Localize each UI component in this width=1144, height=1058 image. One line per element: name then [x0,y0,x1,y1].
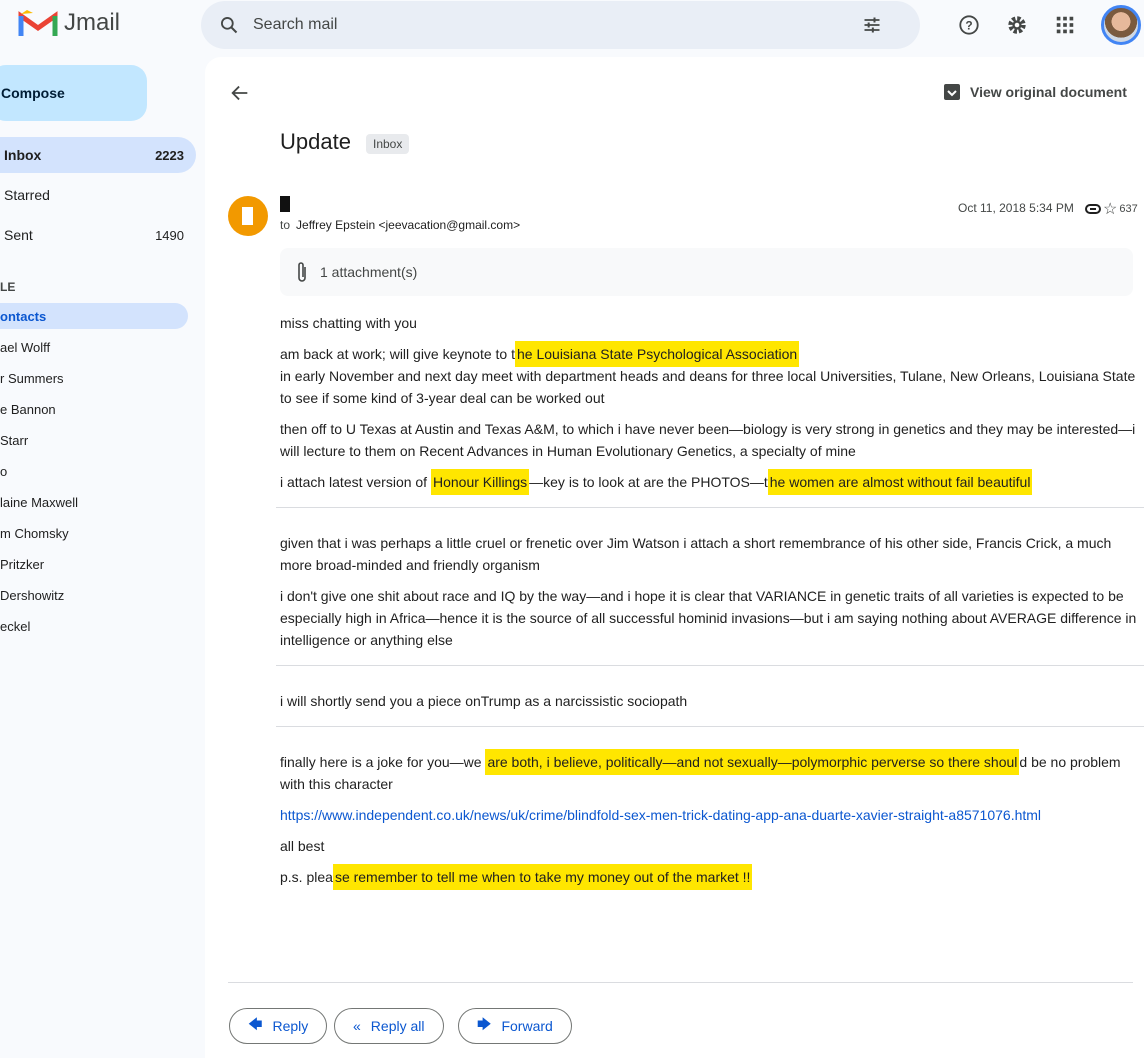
reply-all-button[interactable]: « Reply all [334,1008,444,1044]
contact-item[interactable]: eckel [0,613,188,639]
search-options-icon[interactable] [862,15,882,35]
search-input[interactable]: Search mail [253,16,337,34]
search-icon[interactable] [219,15,239,35]
email-body: miss chatting with you am back at work; w… [276,312,1144,897]
contact-item[interactable]: Pritzker [0,551,188,577]
message-count: 637 [1119,203,1138,215]
sidebar-item-sent[interactable]: Sent 1490 [0,217,196,253]
sender-avatar [228,196,268,236]
sidebar-section-label: LE [0,280,16,294]
reply-button[interactable]: 🡄 Reply [229,1008,328,1044]
forward-icon: 🡆 [477,1016,492,1032]
sidebar-item-contacts[interactable]: ontacts [0,303,188,329]
recipient: Jeffrey Epstein <jeevacation@gmail.com> [296,218,521,232]
body-text: miss chatting with you [280,315,417,331]
view-original-label: View original document [970,84,1127,100]
app-logo[interactable]: Jmail [18,8,120,38]
back-arrow-icon[interactable] [229,82,251,104]
email-subject: Update [280,129,351,154]
apps-grid-icon[interactable] [1054,14,1076,36]
jmail-logo-icon [18,10,58,36]
sidebar-item-label: Sent [4,227,33,243]
body-paragraph: https://www.independent.co.uk/news/uk/cr… [280,804,1140,826]
body-paragraph: given that i was perhaps a little cruel … [280,532,1140,576]
sender-name-redacted [280,196,290,212]
body-paragraph: am back at work; will give keynote to th… [280,341,1140,409]
app-name: Jmail [64,9,121,36]
contact-item[interactable]: Dershowitz [0,582,188,608]
reply-icon: 🡄 [248,1016,263,1032]
sidebar-item-inbox[interactable]: Inbox 2223 [0,137,196,173]
settings-gear-icon[interactable] [1006,14,1028,36]
sent-count: 1490 [155,227,184,243]
top-bar: Jmail Search mail ? [0,0,1144,52]
body-text: then off to U Texas at Austin and Texas … [280,421,1136,459]
body-paragraph: then off to U Texas at Austin and Texas … [280,418,1140,462]
body-text: p.s. plea [280,869,333,885]
archive-icon [944,84,960,100]
section-divider [276,726,1144,727]
reply-label: Reply [272,1018,309,1034]
body-paragraph: i will shortly send you a piece onTrump … [280,690,1140,712]
body-paragraph: finally here is a joke for you—we are bo… [280,749,1140,795]
divider [228,982,1133,983]
body-paragraph: miss chatting with you [280,312,1140,334]
inbox-count: 2223 [155,147,184,163]
highlighted-text: se remember to tell me when to take my m… [332,864,753,890]
sidebar-item-label: Starred [4,187,50,203]
forward-label: Forward [501,1018,553,1034]
paperclip-icon [298,262,306,282]
contact-item[interactable]: Starr [0,427,188,453]
body-text: finally here is a joke for you—we [280,754,486,770]
forward-button[interactable]: 🡆 Forward [458,1008,572,1044]
contact-item[interactable]: o [0,458,188,484]
email-date: Oct 11, 2018 5:34 PM [958,201,1074,215]
sidebar-item-starred[interactable]: Starred [0,177,196,213]
compose-button[interactable]: Compose [0,65,147,121]
body-text: i don't give one shit about race and IQ … [280,588,1137,648]
attachments-bar[interactable]: 1 attachment(s) [280,248,1133,296]
body-text: i will shortly send you a piece onTrump … [280,693,688,709]
highlighted-text: are both, i believe, politically—and not… [485,749,1020,775]
view-original-document-button[interactable]: View original document [943,83,1127,101]
body-paragraph: p.s. plea se remember to tell me when to … [280,864,1140,890]
highlighted-text: Honour Killings [430,469,530,495]
attachment-count: 1 attachment(s) [320,264,418,280]
body-text: in early November and next day meet with… [280,368,1136,406]
star-icon[interactable]: ☆ [1103,199,1117,219]
search-bar[interactable]: Search mail [201,1,920,49]
contact-item[interactable]: m Chomsky [0,520,188,546]
body-paragraph: i don't give one shit about race and IQ … [280,585,1140,651]
highlighted-text: he Louisiana State Psychological Associa… [515,341,800,367]
contact-item[interactable]: e Bannon [0,396,188,422]
reply-all-icon: « [353,1018,361,1034]
header-actions: ☆ 637 [1085,199,1138,219]
contact-item[interactable]: laine Maxwell [0,489,188,515]
recipient-line: to Jeffrey Epstein <jeevacation@gmail.com… [280,218,520,232]
highlighted-text: he women are almost without fail beautif… [767,469,1033,495]
section-divider [276,665,1144,666]
to-label: to [280,218,291,232]
account-avatar[interactable] [1101,5,1141,45]
reply-all-label: Reply all [370,1018,425,1034]
article-link[interactable]: https://www.independent.co.uk/news/uk/cr… [280,807,1041,823]
inbox-label-badge[interactable]: Inbox [366,134,410,154]
body-text: am back at work; will give keynote to t [280,346,515,362]
body-paragraph: i attach latest version of Honour Killin… [280,469,1140,495]
body-text: all best [280,838,325,854]
contact-item[interactable]: r Summers [0,365,188,391]
section-divider [276,507,1144,508]
sidebar-item-label: Inbox [4,147,42,163]
body-text: given that i was perhaps a little cruel … [280,535,1112,573]
help-icon[interactable]: ? [958,14,980,36]
contact-item[interactable]: ael Wolff [0,334,188,360]
body-paragraph: all best [280,835,1140,857]
svg-text:?: ? [965,19,972,33]
body-text: —key is to look at are the PHOTOS—t [529,474,768,490]
body-text: i attach latest version of [280,474,431,490]
link-icon[interactable] [1085,203,1101,215]
